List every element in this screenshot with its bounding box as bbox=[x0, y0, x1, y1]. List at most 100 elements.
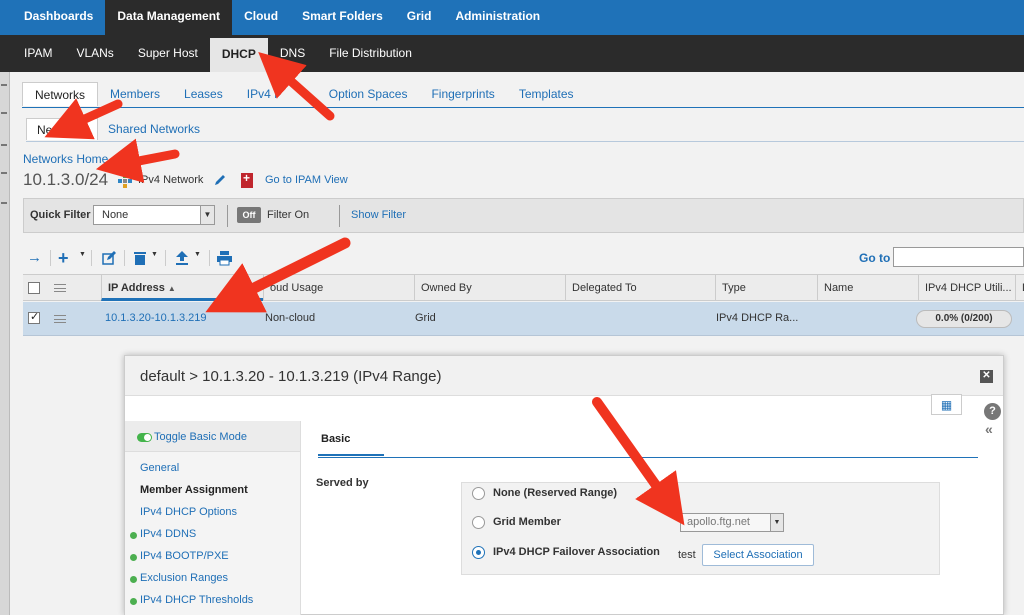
show-filter-link[interactable]: Show Filter bbox=[351, 209, 406, 221]
double-chevron-left-icon[interactable]: « bbox=[985, 421, 993, 437]
column-name[interactable]: Name bbox=[817, 275, 918, 301]
column-ipv4-dhcp-utilization[interactable]: IPv4 DHCP Utili... bbox=[918, 275, 1015, 301]
dialog-header: default > 10.1.3.20 - 10.1.3.219 (IPv4 R… bbox=[125, 356, 1003, 396]
sub-nav: IPAM VLANs Super Host DHCP DNS File Dist… bbox=[0, 35, 1024, 72]
cell-owned-by: Grid bbox=[415, 312, 436, 324]
grid-member-select[interactable]: apollo.ftg.net ▼ bbox=[680, 513, 784, 532]
utilization-badge: 0.0% (0/200) bbox=[916, 310, 1012, 328]
sidebar-item-ipv4-dhcp-thresholds[interactable]: IPv4 DHCP Thresholds bbox=[130, 594, 254, 606]
sidebar-item-general[interactable]: General bbox=[140, 462, 179, 474]
subnav-dns[interactable]: DNS bbox=[268, 35, 317, 72]
subnav-dhcp[interactable]: DHCP bbox=[209, 38, 268, 72]
tab-members[interactable]: Members bbox=[98, 82, 172, 106]
drag-handle-icon[interactable] bbox=[54, 315, 66, 323]
subnav-super-host[interactable]: Super Host bbox=[126, 35, 210, 72]
arrow-right-icon[interactable]: → bbox=[27, 250, 42, 266]
sidebar-item-ipv4-dhcp-options[interactable]: IPv4 DHCP Options bbox=[140, 506, 237, 518]
status-dot bbox=[130, 598, 137, 605]
column-cloud-usage[interactable]: oud Usage bbox=[263, 275, 414, 301]
quick-filter-value: None bbox=[102, 209, 129, 221]
subtabs-divider bbox=[26, 141, 1024, 142]
sidebar-item-ipv4-ddns[interactable]: IPv4 DDNS bbox=[130, 528, 197, 540]
tab-fingerprints[interactable]: Fingerprints bbox=[419, 82, 506, 106]
topnav-smart-folders[interactable]: Smart Folders bbox=[290, 0, 395, 35]
status-dot bbox=[130, 576, 137, 583]
cell-ip-address[interactable]: 10.1.3.20-10.1.3.219 bbox=[105, 312, 207, 324]
dialog-sidebar: Toggle Basic Mode General Member Assignm… bbox=[125, 421, 301, 615]
gutter-mark bbox=[1, 172, 7, 174]
select-all-checkbox[interactable] bbox=[28, 282, 40, 294]
column-d[interactable]: D bbox=[1015, 275, 1024, 301]
option-failover-label: IPv4 DHCP Failover Association bbox=[493, 546, 660, 558]
quick-filter-select[interactable]: None ▼ bbox=[93, 205, 215, 225]
go-to-label: Go to bbox=[859, 251, 891, 265]
select-association-button[interactable]: Select Association bbox=[702, 544, 814, 566]
go-to-ipam-link[interactable]: Go to IPAM View bbox=[265, 174, 348, 186]
column-owned-by[interactable]: Owned By bbox=[414, 275, 565, 301]
sidebar-item-member-assignment[interactable]: Member Assignment bbox=[140, 484, 248, 496]
sidebar-item-exclusion-ranges[interactable]: Exclusion Ranges bbox=[130, 572, 228, 584]
grid-member-value: apollo.ftg.net bbox=[687, 516, 750, 528]
radio-grid-member[interactable] bbox=[472, 516, 485, 529]
sort-asc-icon: ▲ bbox=[167, 284, 176, 293]
row-checkbox[interactable] bbox=[28, 310, 40, 324]
network-subtabs: Networks Shared Networks bbox=[26, 118, 210, 140]
add-icon[interactable]: + bbox=[58, 249, 69, 267]
help-icon[interactable]: ? bbox=[984, 403, 1001, 420]
edit-icon[interactable] bbox=[102, 250, 116, 266]
divider bbox=[209, 250, 210, 266]
subtab-networks[interactable]: Networks bbox=[26, 118, 99, 140]
close-icon[interactable]: ✕ bbox=[980, 370, 993, 383]
gutter-mark bbox=[1, 202, 7, 204]
tab-templates[interactable]: Templates bbox=[507, 82, 586, 106]
topnav-cloud[interactable]: Cloud bbox=[232, 0, 290, 35]
radio-failover-association[interactable] bbox=[472, 546, 485, 559]
sidebar-item-label: IPv4 DHCP Thresholds bbox=[140, 594, 254, 606]
sidebar-item-label: IPv4 DDNS bbox=[140, 528, 197, 540]
calendar-icon[interactable]: ▦ bbox=[931, 394, 962, 415]
filter-bar: Quick Filter None ▼ Off Filter On Show F… bbox=[23, 198, 1024, 233]
gutter-mark bbox=[1, 84, 7, 86]
bookmark-icon[interactable] bbox=[241, 171, 253, 188]
divider bbox=[165, 250, 166, 266]
tabs-divider bbox=[22, 107, 1024, 108]
toggle-switch-icon bbox=[137, 433, 152, 442]
grid-header: IP Address ▲ oud Usage Owned By Delegate… bbox=[23, 274, 1024, 301]
table-row[interactable]: 10.1.3.20-10.1.3.219 Non-cloud Grid IPv4… bbox=[23, 302, 1024, 336]
sidebar-item-ipv4-bootp-pxe[interactable]: IPv4 BOOTP/PXE bbox=[130, 550, 229, 562]
range-editor-dialog: default > 10.1.3.20 - 10.1.3.219 (IPv4 R… bbox=[124, 355, 1004, 615]
column-delegated-to[interactable]: Delegated To bbox=[565, 275, 715, 301]
subnav-file-distribution[interactable]: File Distribution bbox=[317, 35, 424, 72]
column-ip-address[interactable]: IP Address ▲ bbox=[101, 275, 263, 301]
tab-indicator bbox=[318, 454, 384, 456]
column-type[interactable]: Type bbox=[715, 275, 817, 301]
topnav-dashboards[interactable]: Dashboards bbox=[0, 0, 105, 35]
pencil-icon[interactable] bbox=[213, 173, 227, 187]
topnav-administration[interactable]: Administration bbox=[443, 0, 552, 35]
subnav-ipam[interactable]: IPAM bbox=[0, 35, 64, 72]
radio-none-reserved[interactable] bbox=[472, 487, 485, 500]
chevron-down-icon: ▼ bbox=[200, 206, 214, 224]
trash-icon[interactable] bbox=[133, 250, 147, 266]
subnav-vlans[interactable]: VLANs bbox=[64, 35, 125, 72]
divider bbox=[50, 250, 51, 266]
topnav-data-management[interactable]: Data Management bbox=[105, 0, 233, 35]
tab-ipv4-filters[interactable]: IPv4 F bbox=[235, 82, 317, 106]
go-to-input[interactable] bbox=[893, 247, 1024, 267]
chevron-down-icon[interactable]: ▼ bbox=[151, 251, 158, 258]
subtab-shared-networks[interactable]: Shared Networks bbox=[98, 118, 210, 140]
chevron-down-icon[interactable]: ▼ bbox=[194, 251, 201, 258]
left-gutter[interactable] bbox=[0, 72, 10, 615]
breadcrumb[interactable]: Networks Home bbox=[23, 152, 108, 166]
print-icon[interactable] bbox=[217, 250, 232, 266]
tab-leases[interactable]: Leases bbox=[172, 82, 235, 106]
filter-toggle[interactable]: Off bbox=[237, 207, 261, 223]
topnav-grid[interactable]: Grid bbox=[395, 0, 444, 35]
upload-icon[interactable] bbox=[175, 250, 189, 266]
sidebar-item-label: IPv4 BOOTP/PXE bbox=[140, 550, 229, 562]
tab-basic[interactable]: Basic bbox=[321, 433, 350, 445]
toggle-basic-mode[interactable]: Toggle Basic Mode bbox=[125, 421, 300, 452]
chevron-down-icon[interactable]: ▼ bbox=[79, 251, 86, 258]
tab-networks[interactable]: Networks bbox=[22, 82, 99, 106]
tab-option-spaces[interactable]: Option Spaces bbox=[317, 82, 420, 106]
